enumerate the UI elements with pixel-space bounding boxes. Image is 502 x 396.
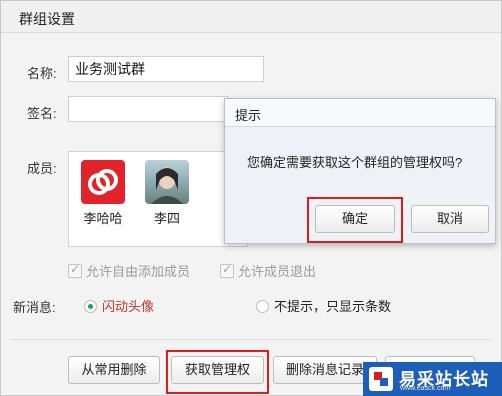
member-name: 李哈哈	[83, 211, 123, 226]
site-logo-icon	[369, 367, 393, 391]
allow-exit-option[interactable]: 允许成员退出	[220, 261, 316, 280]
group-name-input[interactable]: 业务测试群	[68, 56, 264, 82]
allow-exit-label: 允许成员退出	[238, 264, 317, 279]
dialog-title: 提示	[235, 108, 262, 123]
divider	[11, 339, 491, 340]
members-list: 李哈哈 李四	[68, 151, 248, 247]
no-prompt-label: 不提示，只显示条数	[274, 299, 392, 314]
name-label: 名称:	[27, 66, 57, 81]
dialog-message: 您确定需要获取这个群组的管理权吗?	[247, 155, 463, 170]
watermark-badge: 易采站长站 www.easck.com	[363, 362, 502, 396]
new-message-label: 新消息:	[13, 300, 56, 315]
member-item[interactable]: 李哈哈	[75, 160, 131, 227]
no-prompt-option[interactable]: 不提示，只显示条数	[256, 296, 391, 315]
allow-add-label: 允许自由添加成员	[86, 264, 191, 279]
link-logo-icon	[88, 169, 118, 195]
title-bar: 群组设置	[1, 1, 501, 33]
confirm-button[interactable]: 确定	[315, 205, 395, 233]
signature-input[interactable]	[68, 96, 228, 122]
flash-avatar-radio[interactable]	[84, 300, 97, 313]
remove-from-common-button[interactable]: 从常用删除	[68, 356, 160, 384]
person-photo-icon	[151, 167, 183, 204]
signature-label: 签名:	[27, 106, 57, 121]
no-prompt-radio[interactable]	[256, 300, 269, 313]
flash-avatar-label: 闪动头像	[102, 299, 155, 314]
flash-avatar-option[interactable]: 闪动头像	[84, 296, 154, 315]
allow-add-checkbox[interactable]	[68, 262, 82, 278]
member-item[interactable]: 李四	[139, 160, 195, 227]
allow-exit-checkbox[interactable]	[220, 262, 234, 278]
cancel-button[interactable]: 取消	[411, 205, 489, 233]
member-avatar	[145, 160, 189, 204]
allow-add-option[interactable]: 允许自由添加成员	[68, 261, 190, 280]
dialog-title-bar: 提示	[225, 99, 495, 127]
member-avatar	[81, 160, 125, 204]
get-admin-button[interactable]: 获取管理权	[171, 356, 264, 384]
confirm-dialog: 提示 您确定需要获取这个群组的管理权吗? 确定 取消	[224, 98, 496, 244]
watermark-subtext: www.easck.com	[400, 385, 451, 392]
members-label: 成员:	[27, 161, 57, 176]
window-title: 群组设置	[19, 11, 75, 27]
member-name: 李四	[153, 211, 180, 226]
delete-records-button[interactable]: 删除消息记录	[273, 356, 377, 384]
